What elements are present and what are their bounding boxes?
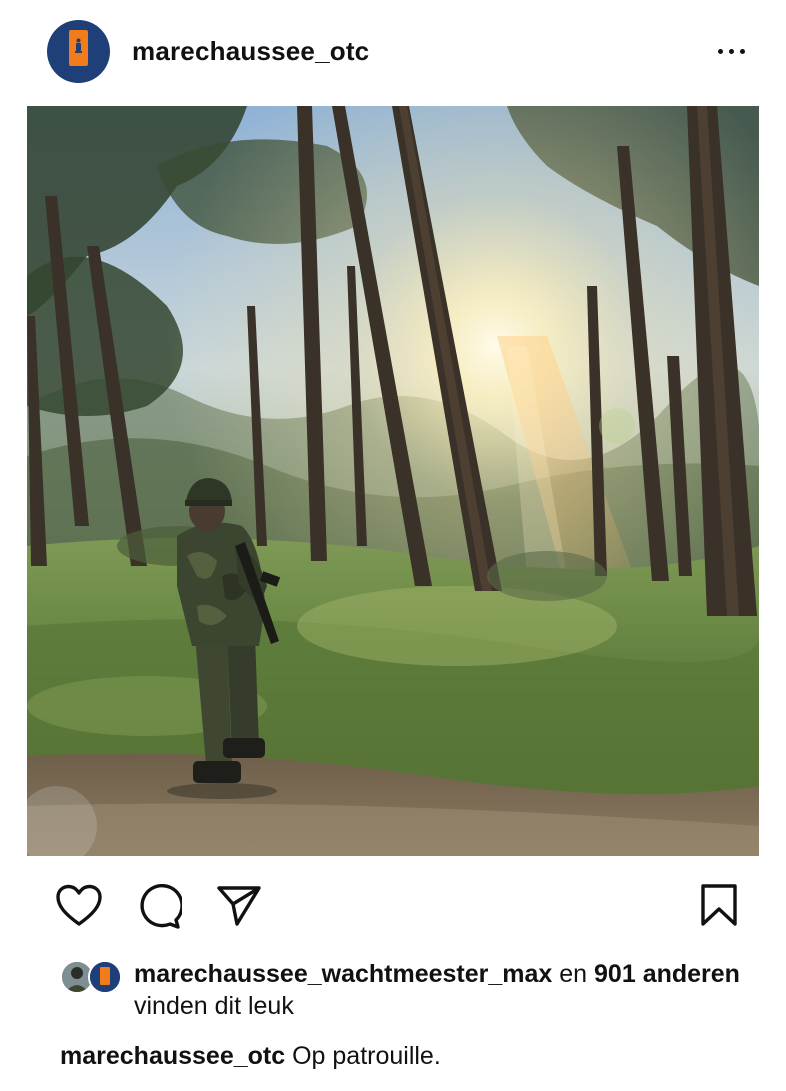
post-photo[interactable] — [27, 106, 759, 856]
bookmark-icon[interactable] — [700, 883, 738, 927]
likes-connector: en — [552, 960, 595, 988]
caption-username[interactable]: marechaussee_otc — [60, 1042, 285, 1070]
profile-avatar[interactable] — [47, 20, 110, 83]
author-mini-avatar[interactable] — [88, 960, 122, 994]
likes-others-count: 901 — [594, 960, 636, 988]
comment-bubble-icon[interactable] — [136, 884, 182, 930]
post-header: marechaussee_otc — [0, 0, 786, 104]
likes-others-word: anderen — [642, 960, 740, 988]
heart-icon[interactable] — [55, 884, 103, 928]
crest-icon — [75, 38, 82, 53]
post-caption: marechaussee_otc Op patrouille. — [60, 1040, 441, 1072]
post-action-bar — [0, 870, 786, 940]
more-horizontal-icon[interactable] — [714, 40, 750, 62]
caption-text: Op patrouille. — [285, 1042, 441, 1070]
likes-text: marechaussee_wachtmeester_max en 901 and… — [134, 958, 774, 1022]
liker-username[interactable]: marechaussee_wachtmeester_max — [134, 960, 552, 988]
paper-plane-icon[interactable] — [216, 884, 262, 928]
likes-others-link[interactable]: 901 anderen — [594, 960, 740, 988]
post-author-username[interactable]: marechaussee_otc — [132, 36, 369, 67]
likes-summary: marechaussee_wachtmeester_max en 901 and… — [60, 958, 760, 1028]
likes-suffix: vinden dit leuk — [134, 992, 294, 1020]
